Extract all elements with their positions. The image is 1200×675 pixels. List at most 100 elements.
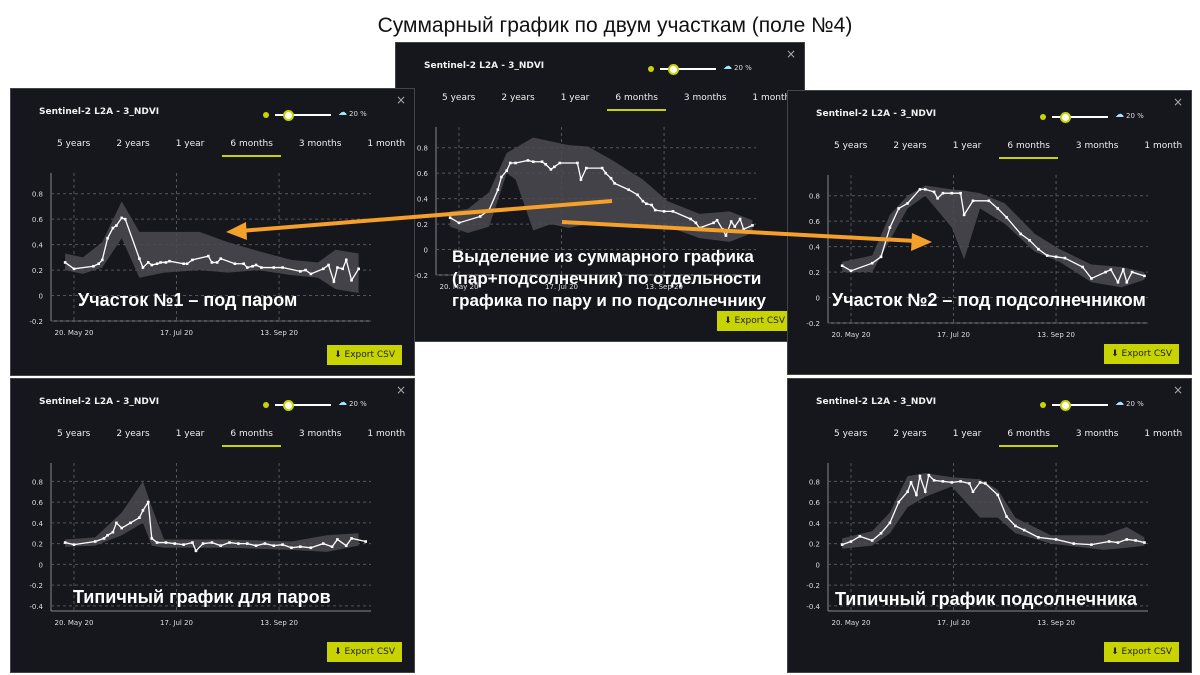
slider-knob[interactable]	[283, 400, 294, 411]
ndvi-data-point	[1054, 538, 1058, 541]
tab-2-years[interactable]: 2 years	[493, 93, 542, 111]
tab-3-months[interactable]: 3 months	[291, 429, 350, 447]
tab-3-months[interactable]: 3 months	[1068, 429, 1127, 447]
ndvi-data-point	[715, 218, 719, 222]
ndvi-data-point	[751, 224, 754, 227]
tab-1-month[interactable]: 1 month	[359, 139, 413, 157]
tab-3-months[interactable]: 3 months	[291, 139, 350, 157]
panel-title: Sentinel-2 L2A - 3_NDVI	[39, 397, 160, 407]
cloud-slider[interactable]: ☁ 20 %	[1040, 110, 1144, 123]
x-tick-label: 17. Jul 20	[937, 619, 970, 627]
ndvi-data-point	[185, 262, 189, 266]
ndvi-data-point	[364, 540, 367, 543]
tab-2-years[interactable]: 2 years	[108, 139, 157, 157]
tab-5-years[interactable]: 5 years	[826, 429, 875, 447]
ndvi-data-point	[579, 178, 583, 181]
ndvi-data-point	[478, 215, 482, 218]
tab-6-months[interactable]: 6 months	[999, 429, 1058, 447]
ndvi-data-point	[505, 169, 509, 172]
tab-5-years[interactable]: 5 years	[49, 429, 98, 447]
ndvi-data-point	[909, 481, 913, 484]
tab-6-months[interactable]: 6 months	[222, 429, 281, 447]
close-icon[interactable]: ×	[786, 47, 796, 61]
tab-6-months[interactable]: 6 months	[607, 93, 666, 111]
tab-2-years[interactable]: 2 years	[885, 429, 934, 447]
tab-1-month[interactable]: 1 month	[359, 429, 413, 447]
export-csv-button[interactable]: ⬇ Export CSV	[1104, 642, 1179, 662]
cloud-slider[interactable]: ☁ 20 %	[263, 108, 367, 121]
close-icon[interactable]: ×	[396, 383, 406, 397]
ndvi-data-point	[251, 264, 254, 268]
y-tick-label: 0.2	[809, 541, 820, 549]
ndvi-data-point	[500, 175, 503, 179]
tab-1-year[interactable]: 1 year	[553, 93, 598, 111]
ndvi-data-point	[173, 542, 177, 545]
export-label: Export CSV	[344, 350, 395, 360]
close-icon[interactable]: ×	[1173, 383, 1183, 397]
tab-6-months[interactable]: 6 months	[999, 141, 1058, 159]
download-icon: ⬇	[334, 350, 345, 360]
tab-1-year[interactable]: 1 year	[168, 139, 213, 157]
tab-5-years[interactable]: 5 years	[826, 141, 875, 159]
export-label: Export CSV	[734, 316, 785, 326]
slider-min-dot-icon	[263, 402, 269, 408]
y-tick-label: 0.6	[809, 218, 821, 226]
ndvi-data-point	[111, 530, 115, 534]
ndvi-data-point	[1125, 280, 1129, 284]
slider-knob[interactable]	[668, 64, 679, 75]
ndvi-data-point	[281, 543, 284, 546]
close-icon[interactable]: ×	[1173, 95, 1183, 109]
download-icon: ⬇	[724, 316, 735, 326]
cloud-slider[interactable]: ☁ 20 %	[263, 398, 367, 411]
ndvi-data-point	[553, 165, 556, 169]
ndvi-data-point	[1125, 538, 1129, 541]
export-csv-button[interactable]: ⬇ Export CSV	[327, 642, 402, 662]
tab-1-month[interactable]: 1 month	[1136, 429, 1190, 447]
export-csv-button[interactable]: ⬇ Export CSV	[1104, 344, 1179, 364]
ndvi-data-point	[1121, 268, 1125, 271]
y-tick-label: 0.6	[417, 170, 429, 178]
ndvi-data-point	[254, 263, 258, 267]
ndvi-data-point	[304, 268, 307, 272]
ndvi-data-point	[298, 545, 302, 549]
tab-3-months[interactable]: 3 months	[1068, 141, 1127, 159]
export-csv-button[interactable]: ⬇ Export CSV	[327, 345, 402, 365]
export-csv-button[interactable]: ⬇ Export CSV	[717, 311, 792, 331]
y-tick-label: -0.4	[29, 603, 43, 611]
tab-5-years[interactable]: 5 years	[49, 139, 98, 157]
ndvi-data-point	[350, 278, 353, 282]
tab-5-years[interactable]: 5 years	[434, 93, 483, 111]
annotation-plot2: Участок №2 – под подсолнечником	[832, 290, 1146, 310]
ndvi-data-point	[526, 159, 530, 162]
ndvi-data-point	[689, 217, 692, 221]
tab-2-years[interactable]: 2 years	[108, 429, 157, 447]
tab-1-month[interactable]: 1 month	[1136, 141, 1190, 159]
ndvi-data-point	[100, 258, 104, 262]
cloud-icon: ☁	[338, 398, 347, 408]
download-icon: ⬇	[334, 647, 345, 657]
tab-1-year[interactable]: 1 year	[945, 141, 990, 159]
slider-knob[interactable]	[283, 110, 294, 121]
ndvi-data-point	[950, 191, 954, 195]
period-tabs: 5 years 2 years 1 year 6 months 3 months 1 mo…	[49, 139, 423, 157]
ndvi-data-point	[738, 217, 742, 221]
x-tick-label: 20. May 20	[54, 329, 93, 337]
tab-3-months[interactable]: 3 months	[676, 93, 735, 111]
ndvi-data-point	[1054, 255, 1058, 259]
ndvi-data-point	[923, 188, 927, 191]
ndvi-data-point	[141, 266, 145, 269]
ndvi-data-point	[694, 221, 698, 225]
cloud-slider[interactable]: ☁ 20 %	[1040, 398, 1144, 411]
tab-1-year[interactable]: 1 year	[945, 429, 990, 447]
tab-6-months[interactable]: 6 months	[222, 139, 281, 157]
slider-knob[interactable]	[1060, 112, 1071, 123]
slider-knob[interactable]	[1060, 400, 1071, 411]
ndvi-data-point	[194, 549, 198, 553]
tab-1-year[interactable]: 1 year	[168, 429, 213, 447]
close-icon[interactable]: ×	[396, 93, 406, 107]
cloud-slider[interactable]: ☁ 20 %	[648, 62, 752, 75]
y-tick-label: 0.6	[32, 216, 44, 224]
ndvi-data-point	[448, 216, 452, 220]
tab-2-years[interactable]: 2 years	[885, 141, 934, 159]
ndvi-data-point	[106, 533, 109, 537]
